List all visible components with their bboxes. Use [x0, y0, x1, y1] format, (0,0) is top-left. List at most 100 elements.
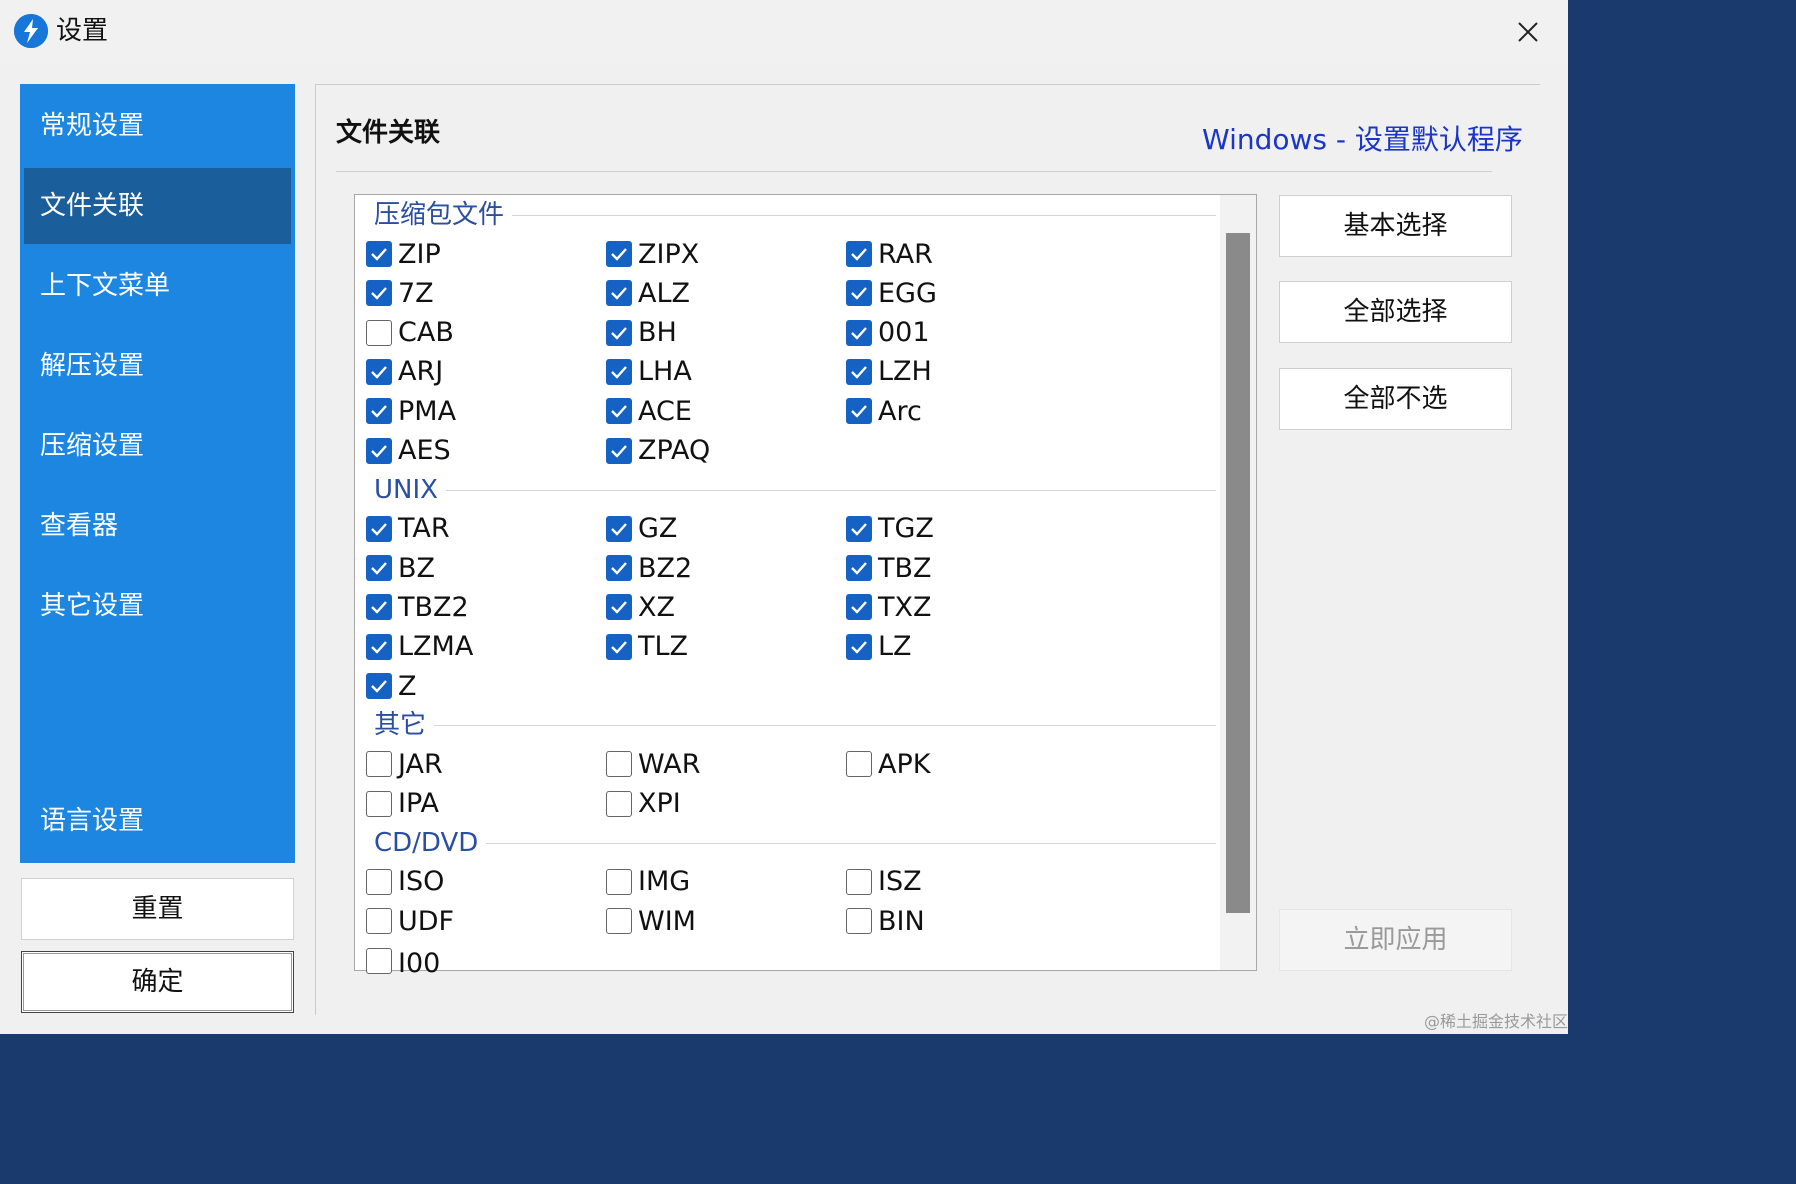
checkbox-unchecked-icon [366, 908, 392, 935]
checkbox-zip[interactable]: ZIP [366, 237, 441, 271]
checkbox-checked-icon [366, 673, 392, 699]
checkbox-cab[interactable]: CAB [366, 316, 454, 350]
checkbox-pma[interactable]: PMA [366, 394, 456, 428]
checkbox-label: EGG [878, 277, 937, 309]
checkbox-unchecked-icon [846, 751, 872, 778]
checkbox-label: 001 [878, 317, 930, 349]
divider [336, 171, 1492, 172]
checkbox-label: IPA [398, 788, 439, 820]
checkbox-tbz2[interactable]: TBZ2 [366, 590, 469, 624]
sidebar-item-context-menu[interactable]: 上下文菜单 [24, 248, 291, 324]
checkbox-bh[interactable]: BH [606, 316, 677, 350]
checkbox-lha[interactable]: LHA [606, 355, 692, 389]
checkbox-label: UDF [398, 905, 455, 937]
checkbox-label: TBZ2 [398, 591, 469, 623]
sidebar-item-extract[interactable]: 解压设置 [24, 328, 291, 404]
checkbox-bin[interactable]: BIN [846, 904, 925, 938]
checkbox-xz[interactable]: XZ [606, 590, 675, 624]
checkbox-label: ARJ [398, 356, 444, 388]
sidebar-item-viewer[interactable]: 查看器 [24, 488, 291, 564]
checkbox-checked-icon [846, 241, 872, 267]
sidebar-item-language[interactable]: 语言设置 [24, 783, 291, 859]
checkbox-checked-icon [366, 358, 392, 385]
checkbox-label: Z [398, 670, 417, 702]
checkbox-label: ALZ [638, 277, 691, 309]
checkbox-txz[interactable]: TXZ [846, 590, 932, 624]
select-none-button[interactable]: 全部不选 [1279, 368, 1512, 430]
windows-default-programs-link[interactable]: Windows - 设置默认程序 [1202, 118, 1523, 158]
group-divider [434, 725, 1216, 727]
ok-button[interactable]: 确定 [21, 951, 294, 1013]
group-header: 压缩包文件 [374, 200, 505, 230]
checkbox-tbz[interactable]: TBZ [846, 551, 932, 585]
checkbox-isz[interactable]: ISZ [846, 865, 922, 899]
checkbox-tar[interactable]: TAR [366, 512, 450, 546]
checkbox-checked-icon [606, 241, 632, 267]
checkbox-zpaq[interactable]: ZPAQ [606, 434, 710, 468]
reset-button[interactable]: 重置 [21, 878, 294, 940]
checkbox-img[interactable]: IMG [606, 865, 690, 899]
checkbox-z[interactable]: Z [366, 669, 417, 703]
checkbox-unchecked-icon [606, 908, 632, 935]
checkbox-tlz[interactable]: TLZ [606, 630, 688, 664]
checkbox-wim[interactable]: WIM [606, 904, 696, 938]
sidebar-item-compress[interactable]: 压缩设置 [24, 408, 291, 484]
checkbox-udf[interactable]: UDF [366, 904, 454, 938]
checkbox-tgz[interactable]: TGZ [846, 512, 934, 546]
checkbox-iso[interactable]: ISO [366, 865, 444, 899]
window-title: 设置 [56, 16, 109, 46]
sidebar-item-other[interactable]: 其它设置 [24, 568, 291, 644]
checkbox-zipx[interactable]: ZIPX [606, 237, 699, 271]
checkbox-label: TXZ [878, 591, 932, 623]
close-button[interactable] [1500, 12, 1556, 52]
checkbox-war[interactable]: WAR [606, 747, 700, 781]
checkbox-label: LZMA [398, 631, 474, 663]
scrollbar-thumb[interactable] [1226, 233, 1250, 913]
checkbox-gz[interactable]: GZ [606, 512, 677, 546]
checkbox-label: ACE [638, 395, 692, 427]
checkbox-lzh[interactable]: LZH [846, 355, 932, 389]
app-logo-icon [14, 14, 48, 48]
checkbox-bz2[interactable]: BZ2 [606, 551, 692, 585]
checkbox-lz[interactable]: LZ [846, 630, 912, 664]
checkbox-unchecked-icon [366, 947, 392, 974]
checkbox-alz[interactable]: ALZ [606, 276, 690, 310]
title-bar: 设置 [0, 0, 1568, 64]
checkbox-ace[interactable]: ACE [606, 394, 692, 428]
checkbox-label: 7Z [398, 277, 434, 309]
checkbox-001[interactable]: 001 [846, 316, 930, 350]
checkbox-label: WIM [638, 905, 696, 937]
basic-select-button[interactable]: 基本选择 [1279, 195, 1512, 257]
checkbox-bz[interactable]: BZ [366, 551, 435, 585]
checkbox-arc[interactable]: Arc [846, 394, 922, 428]
group-divider [512, 215, 1216, 216]
checkbox-label: WAR [638, 748, 701, 780]
sidebar-item-file-association[interactable]: 文件关联 [24, 168, 291, 244]
checkbox-checked-icon [846, 280, 872, 307]
checkbox-xpi[interactable]: XPI [606, 787, 681, 821]
checkbox-checked-icon [846, 398, 872, 425]
checkbox-label: ISO [398, 866, 445, 898]
checkbox-label: JAR [398, 748, 443, 780]
watermark: @稀土掘金技术社区 [1424, 1012, 1569, 1031]
checkbox-label: GZ [638, 513, 678, 545]
checkbox-label: IMG [638, 866, 691, 898]
checkbox-arj[interactable]: ARJ [366, 355, 443, 389]
checkbox-checked-icon [846, 515, 872, 542]
checkbox-aes[interactable]: AES [366, 434, 451, 468]
checkbox-label: TLZ [638, 631, 689, 663]
group-divider [486, 842, 1216, 844]
checkbox-checked-icon [606, 633, 632, 660]
checkbox-apk[interactable]: APK [846, 747, 930, 781]
close-icon [1518, 22, 1538, 42]
checkbox-jar[interactable]: JAR [366, 747, 443, 781]
select-all-button[interactable]: 全部选择 [1279, 281, 1512, 343]
checkbox-unchecked-icon [366, 868, 392, 895]
checkbox-rar[interactable]: RAR [846, 237, 933, 271]
sidebar-item-general[interactable]: 常规设置 [24, 88, 291, 164]
checkbox-lzma[interactable]: LZMA [366, 630, 473, 664]
checkbox-egg[interactable]: EGG [846, 276, 937, 310]
checkbox-7z[interactable]: 7Z [366, 276, 434, 310]
checkbox-ipa[interactable]: IPA [366, 787, 439, 821]
checkbox-i00[interactable]: I00 [366, 944, 440, 974]
